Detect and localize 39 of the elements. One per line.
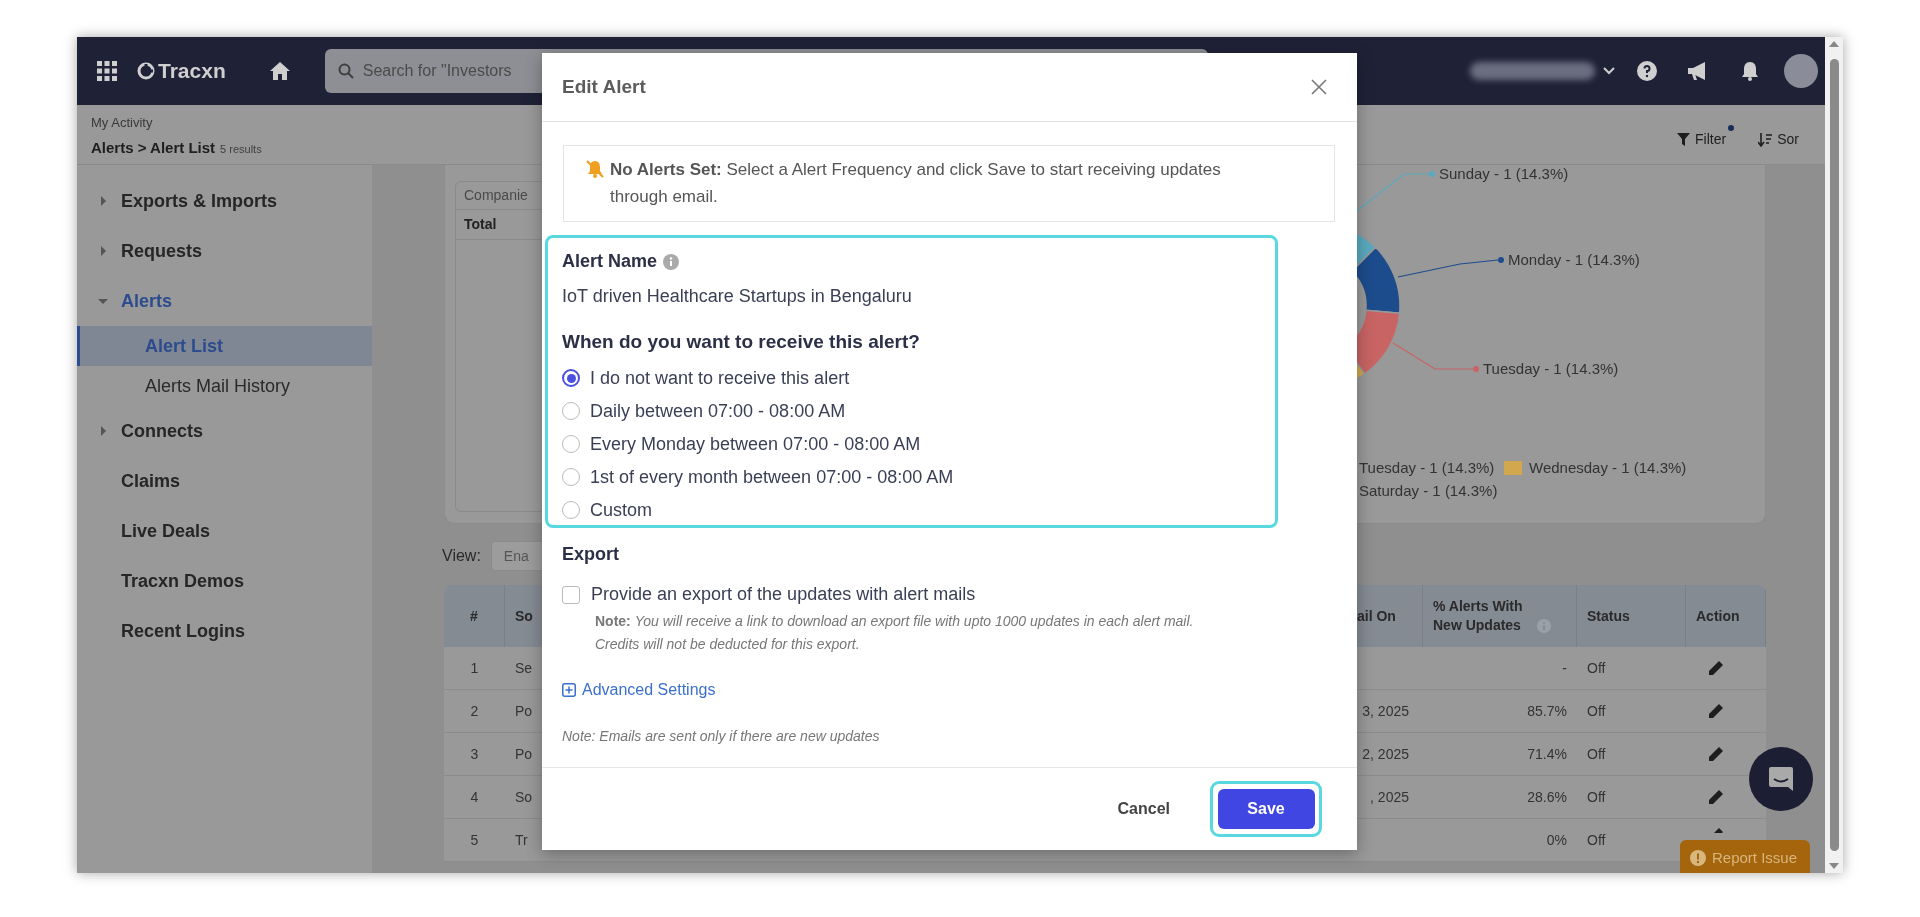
legend-label: Tuesday - 1 (14.3%): [1359, 457, 1495, 478]
table-cell-text: 2, 2025: [1361, 744, 1410, 764]
callout-label: Sunday - 1 (14.3%): [1439, 163, 1569, 184]
table-cell-text: Po: [514, 701, 534, 721]
table-cell-text: Off: [1586, 658, 1607, 678]
breadcrumb-path: Alerts > Alert List: [91, 137, 216, 158]
export-note: Note: You will receive a link to download an export file with upto 1000 updates in each alert mail. Credits will not be deducted for this export.: [595, 612, 1195, 654]
callout-label: Monday - 1 (14.3%): [1508, 249, 1640, 270]
table-cell-text: , 2025: [1369, 787, 1410, 807]
table-cell-text: 71.4%: [1526, 744, 1568, 764]
section-heading: Export: [562, 543, 620, 566]
footnote: Note: Emails are sent only if there are new updates: [562, 727, 881, 746]
table-cell-text: 4: [469, 787, 480, 807]
field-label: Alert Name: [562, 250, 658, 273]
dialog-title: Edit Alert: [562, 74, 646, 99]
callout-label: Tuesday - 1 (14.3%): [1483, 358, 1619, 379]
table-cell-text: Se: [514, 658, 534, 678]
view-label: View:: [442, 546, 481, 566]
column-header-label: % Alerts With New Updates: [1433, 597, 1524, 635]
table-cell-text: 0%: [1545, 830, 1568, 850]
table-cell-text: Tr: [514, 830, 529, 850]
table-cell-text: 3: [469, 744, 480, 764]
table-cell-text: 2: [469, 701, 480, 721]
table-cell-text: Off: [1586, 701, 1607, 721]
table-cell-text: 28.6%: [1526, 787, 1568, 807]
table-cell-text: Off: [1586, 830, 1607, 850]
alert-name-value: IoT driven Healthcare Startups in Bengaluru: [562, 285, 913, 308]
question-label: When do you want to receive this alert?: [562, 330, 921, 354]
table-cell-text: 3, 2025: [1361, 701, 1410, 721]
legend-label: Wednesday - 1 (14.3%): [1529, 457, 1687, 478]
result-count: 5 results: [220, 141, 262, 157]
table-cell-text: Po: [514, 744, 534, 764]
table-cell-text: Off: [1586, 744, 1607, 764]
table-cell-text: Off: [1586, 787, 1607, 807]
table-cell-text: 5: [469, 830, 480, 850]
table-cell-text: -: [1561, 658, 1568, 678]
legend-label: Saturday - 1 (14.3%): [1359, 480, 1498, 501]
table-cell-text: 85.7%: [1526, 701, 1568, 721]
table-cell-text: 1: [469, 658, 480, 678]
